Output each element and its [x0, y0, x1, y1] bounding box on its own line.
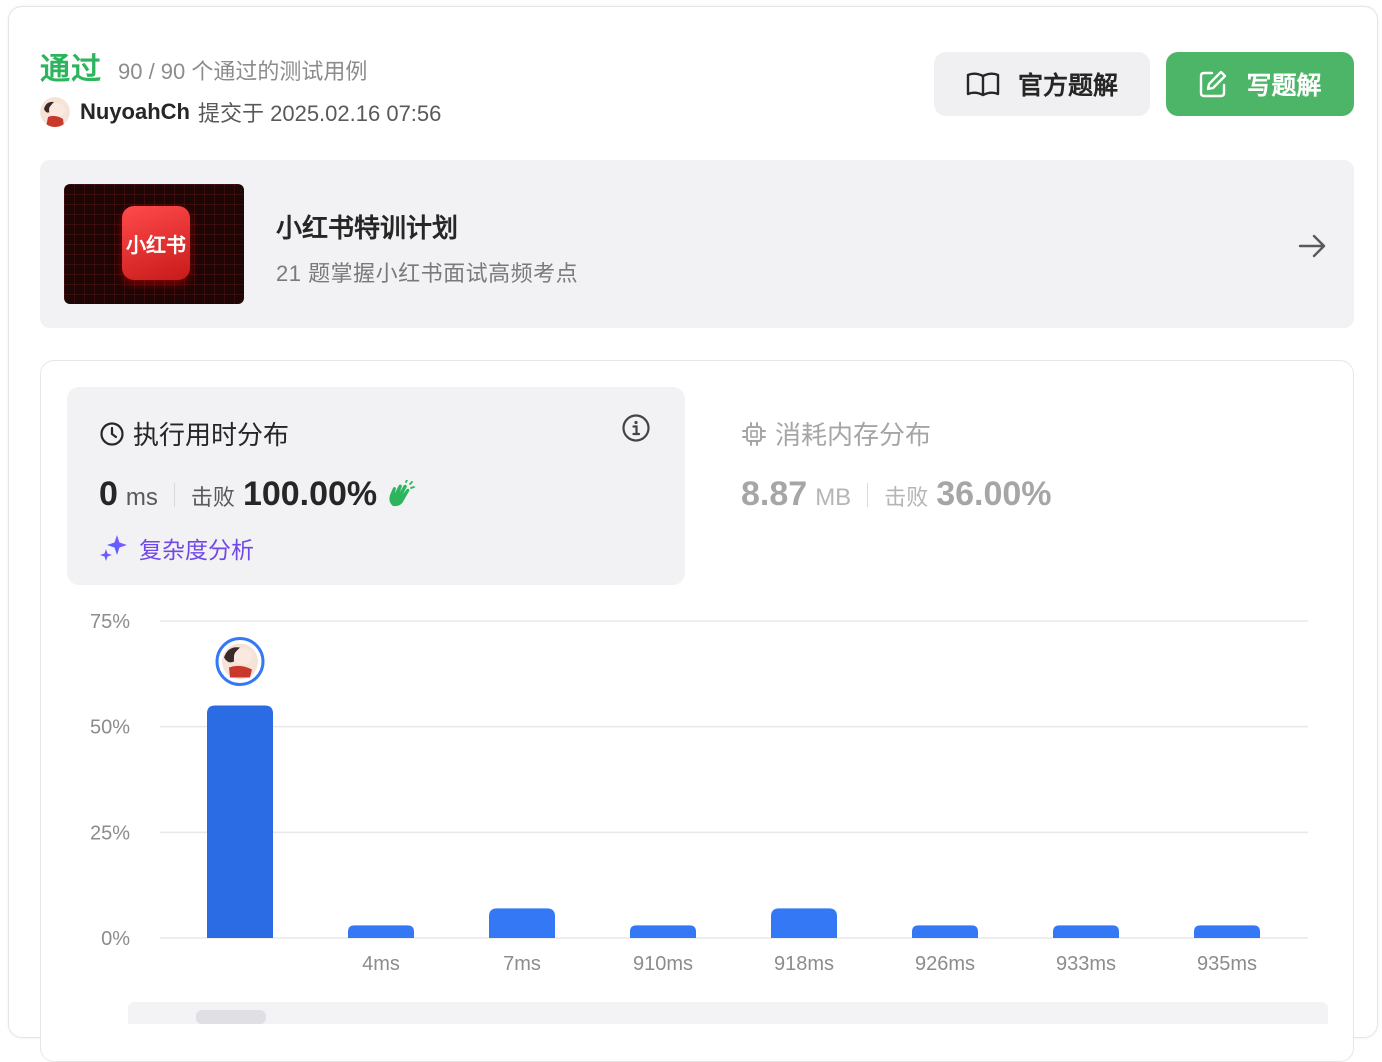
- memory-beat-percent: 36.00%: [936, 475, 1052, 513]
- memory-unit: MB: [815, 484, 852, 511]
- memory-value: 8.87: [741, 475, 808, 513]
- complexity-analysis-link[interactable]: 复杂度分析: [99, 531, 254, 565]
- status-accepted: 通过: [40, 53, 102, 86]
- clapping-hands-icon: [389, 479, 416, 506]
- runtime-beat-percent: 100.00%: [242, 475, 378, 513]
- chip-icon: [742, 421, 766, 446]
- runtime-beat-label: 击败: [190, 485, 235, 510]
- divider: [867, 482, 869, 507]
- official-solution-label: 官方题解: [1017, 72, 1118, 100]
- study-plan-banner[interactable]: 小红书 小红书特训计划 21 题掌握小红书面试高频考点: [40, 160, 1354, 328]
- runtime-value: 0: [99, 475, 118, 513]
- sparkle-icon: [100, 535, 127, 561]
- write-solution-button[interactable]: 写题解: [1166, 52, 1354, 116]
- username-link[interactable]: NuyoahCh: [80, 99, 190, 125]
- runtime-title-text: 执行用时分布: [133, 420, 290, 450]
- memory-metric: 8.87 MB 击败 36.00%: [741, 475, 1052, 514]
- runtime-title: 执行用时分布: [99, 415, 289, 452]
- performance-panel: 执行用时分布 0 ms 击败 100.00% 复杂度分析 消耗内存分布 8.87…: [40, 360, 1354, 1062]
- runtime-metric: 0 ms 击败 100.00%: [99, 475, 416, 514]
- runtime-unit: ms: [125, 484, 158, 511]
- memory-beat-label: 击败: [884, 485, 929, 510]
- write-solution-label: 写题解: [1246, 72, 1322, 100]
- clock-icon: [100, 421, 124, 446]
- user-avatar[interactable]: [40, 97, 70, 127]
- chart-scrollbar-thumb[interactable]: [196, 1010, 266, 1024]
- xiaohongshu-logo: 小红书: [122, 206, 190, 280]
- edit-icon: [1200, 70, 1227, 98]
- book-open-icon: [966, 72, 1000, 97]
- chart-scrollbar[interactable]: [128, 1002, 1328, 1024]
- memory-tab[interactable]: 消耗内存分布: [741, 415, 931, 452]
- memory-title-text: 消耗内存分布: [775, 420, 932, 450]
- arrow-right-icon: [1298, 234, 1326, 258]
- official-solution-button[interactable]: 官方题解: [934, 52, 1150, 116]
- submitted-time: 提交于 2025.02.16 07:56: [198, 101, 442, 126]
- submission-status: 通过 90 / 90 个通过的测试用例: [40, 44, 367, 88]
- complexity-analysis-label: 复杂度分析: [139, 537, 254, 563]
- divider: [173, 482, 175, 507]
- submitter-info: NuyoahCh 提交于 2025.02.16 07:56: [40, 96, 441, 128]
- study-plan-thumbnail: 小红书: [64, 184, 244, 304]
- test-cases-passed: 90 / 90 个通过的测试用例: [118, 59, 368, 84]
- info-icon[interactable]: [621, 413, 651, 443]
- study-plan-title: 小红书特训计划: [276, 213, 459, 243]
- runtime-card[interactable]: 执行用时分布 0 ms 击败 100.00% 复杂度分析: [67, 387, 685, 585]
- study-plan-subtitle: 21 题掌握小红书面试高频考点: [276, 261, 579, 286]
